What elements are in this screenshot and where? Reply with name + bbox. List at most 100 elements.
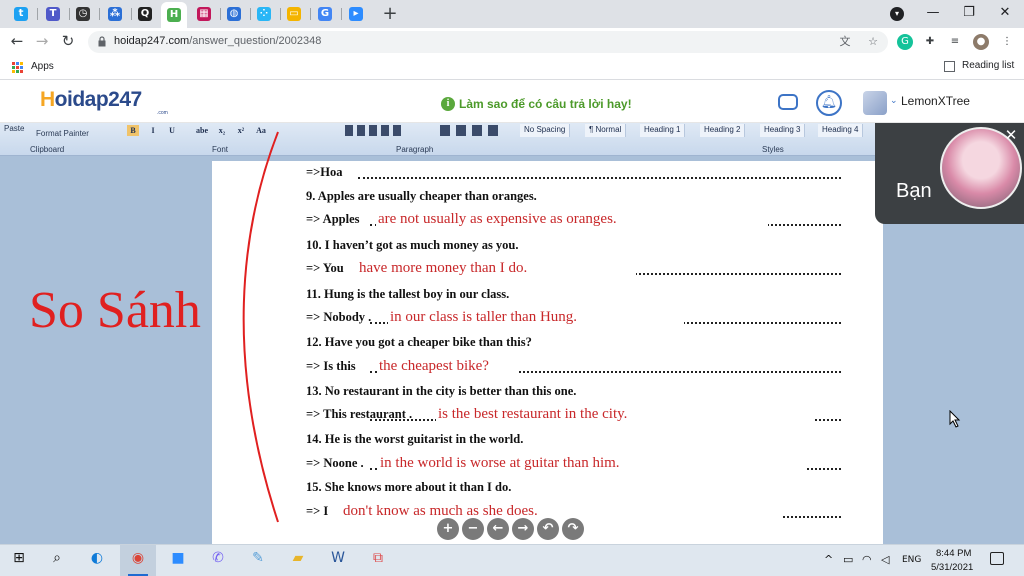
volume-icon[interactable]: ◁ <box>881 553 889 566</box>
browser-tab[interactable]: ⁂ <box>102 3 128 25</box>
grammarly-icon[interactable]: G <box>897 34 913 50</box>
info-icon: i <box>441 97 455 111</box>
viber-icon[interactable]: ✆ <box>207 550 229 570</box>
question-line: 9. Apples are usually cheaper than orang… <box>306 189 537 203</box>
bracket-annotation <box>242 131 279 523</box>
chat-icon[interactable] <box>778 94 798 110</box>
slide-control-button[interactable]: ← <box>487 518 509 540</box>
hoidap-icon: H <box>167 8 181 22</box>
browser-tab[interactable]: ▦ <box>191 3 217 25</box>
menu-icon[interactable]: ⋮ <box>999 34 1015 50</box>
language-indicator[interactable]: ENG <box>902 555 921 565</box>
browser-tab[interactable]: Q <box>132 3 158 25</box>
star-icon[interactable]: ☆ <box>866 35 880 49</box>
handwritten-answer: are not usually as expensive as oranges. <box>376 210 768 230</box>
annotation-so-sanh: So Sánh <box>29 282 201 339</box>
globe-icon: ◍ <box>227 7 241 21</box>
bell-icon[interactable]: 🔔︎ <box>816 90 842 116</box>
notification-icon[interactable] <box>990 552 1004 565</box>
browser-tab[interactable]: H <box>161 2 187 28</box>
windows-start-icon[interactable]: ⊞ <box>8 550 30 570</box>
reload-button[interactable]: ↻ <box>58 31 78 51</box>
slide-control-button[interactable]: + <box>437 518 459 540</box>
style-item[interactable]: No Spacing <box>520 124 571 137</box>
close-icon[interactable]: ✕ <box>1002 126 1020 144</box>
browser-tab[interactable]: ▭ <box>281 3 307 25</box>
style-item[interactable]: ¶ Normal <box>585 124 627 137</box>
reading-list-icon[interactable] <box>944 61 955 72</box>
answer-prompt: =>Hoa <box>306 165 343 179</box>
paste-label: Paste <box>4 124 25 133</box>
zoom-taskbar-icon[interactable]: ■ <box>167 550 189 570</box>
browser-tab[interactable]: ▸ <box>343 3 369 25</box>
url-text[interactable]: hoidap247.com/answer_question/2002348 <box>114 35 321 47</box>
close-window-button[interactable]: ✕ <box>990 3 1020 23</box>
teams-icon: T <box>46 7 60 21</box>
reading-list-button[interactable]: Reading list <box>962 60 1014 71</box>
chevron-down-icon[interactable]: ⌄ <box>890 96 898 106</box>
forward-button[interactable]: → <box>32 31 52 51</box>
ribbon-font-button[interactable]: x₂ <box>216 125 228 136</box>
answer-prompt: => You <box>306 261 344 275</box>
slide-control-button[interactable]: ↶ <box>537 518 559 540</box>
file-explorer-icon[interactable]: ▰ <box>287 550 309 570</box>
style-item[interactable]: Heading 1 <box>640 124 686 137</box>
translate-icon[interactable]: 文 <box>838 35 852 49</box>
browser-tab[interactable]: G <box>312 3 338 25</box>
browser-tab[interactable]: T <box>40 3 66 25</box>
zoom-icon: ▸ <box>349 7 363 21</box>
browser-tab[interactable]: ◍ <box>221 3 247 25</box>
chrome-icon[interactable]: ◉ <box>127 550 149 570</box>
clock-time[interactable]: 8:44 PM <box>936 548 971 559</box>
apps-bookmark[interactable]: Apps <box>31 61 54 72</box>
edge-icon[interactable]: ◐ <box>86 550 108 570</box>
ribbon-font-button[interactable]: I <box>147 125 159 136</box>
browser-tab[interactable]: ⁘ <box>251 3 277 25</box>
tab-search-icon[interactable]: ▾ <box>890 7 904 21</box>
browser-tab[interactable]: ◷ <box>70 3 96 25</box>
logo-subtext: .com <box>157 110 168 116</box>
qanda-icon: Q <box>138 7 152 21</box>
word-icon[interactable]: W <box>327 550 349 570</box>
tray-device-icon[interactable]: ▭ <box>843 553 853 566</box>
answer-prompt: => I <box>306 504 329 518</box>
style-item[interactable]: Heading 3 <box>760 124 806 137</box>
snipping-tool-icon[interactable]: ⧉ <box>367 550 389 570</box>
user-avatar[interactable] <box>863 91 887 115</box>
tab-separator <box>99 8 100 20</box>
apps-icon[interactable] <box>12 62 23 73</box>
handwritten-answer: is the best restaurant in the city. <box>436 405 813 425</box>
paint-icon[interactable]: ✎ <box>247 550 269 570</box>
new-tab-button[interactable]: + <box>380 4 400 24</box>
style-item[interactable]: Heading 2 <box>700 124 746 137</box>
answer-prompt: => Nobody . <box>306 310 372 324</box>
slide-control-button[interactable]: ↷ <box>562 518 584 540</box>
slide-control-button[interactable]: → <box>512 518 534 540</box>
extensions-icon[interactable]: ✚ <box>922 34 938 50</box>
question-line: 10. I haven’t got as much money as you. <box>306 238 519 252</box>
username[interactable]: LemonXTree <box>901 94 970 108</box>
ribbon-font-button[interactable]: abe <box>196 125 208 136</box>
mouse-cursor-icon <box>949 410 961 428</box>
tip-link[interactable]: Làm sao để có câu trả lời hay! <box>459 97 632 111</box>
clock-date[interactable]: 5/31/2021 <box>931 562 973 573</box>
ribbon-font-button[interactable]: U <box>166 125 178 136</box>
lock-icon <box>98 36 106 47</box>
profile-avatar[interactable]: ● <box>973 34 989 50</box>
tray-chevron-icon[interactable]: ^ <box>824 553 833 566</box>
tab-separator <box>37 8 38 20</box>
handwritten-answer: don't know as much as she does. <box>341 502 781 522</box>
site-logo[interactable]: Hoidap247 <box>40 88 142 112</box>
restore-button[interactable]: ❐ <box>954 3 984 23</box>
font-group-label: Font <box>212 145 229 154</box>
answer-prompt: => Is this <box>306 359 356 373</box>
browser-tab[interactable]: t <box>8 3 34 25</box>
ribbon-font-button[interactable]: B <box>127 125 139 136</box>
back-button[interactable]: ← <box>7 31 27 51</box>
slide-control-button[interactable]: − <box>462 518 484 540</box>
search-icon[interactable]: ⌕ <box>46 550 68 570</box>
media-control-icon[interactable]: ≡ <box>947 34 963 50</box>
style-item[interactable]: Heading 4 <box>818 124 864 137</box>
wifi-icon[interactable]: ◠ <box>862 553 872 566</box>
minimize-button[interactable]: — <box>918 3 948 23</box>
